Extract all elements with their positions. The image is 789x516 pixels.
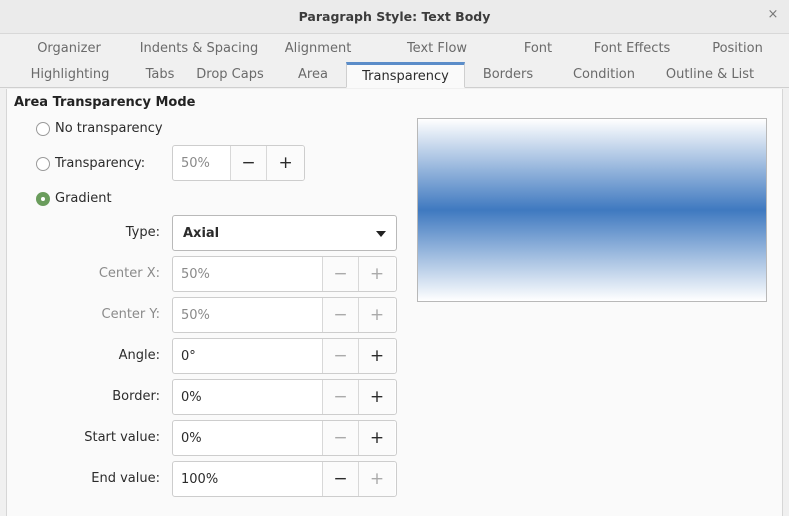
increment-button[interactable]: + bbox=[359, 462, 395, 496]
tab-row-2: Highlighting Tabs Drop Caps Area Transpa… bbox=[0, 62, 789, 88]
radio-label: Transparency: bbox=[55, 156, 146, 171]
window-title: Paragraph Style: Text Body bbox=[298, 9, 491, 24]
decrement-button[interactable]: − bbox=[323, 339, 359, 373]
decrement-button[interactable]: − bbox=[323, 421, 359, 455]
transparency-value[interactable]: 50% bbox=[173, 146, 231, 180]
tab-organizer[interactable]: Organizer bbox=[0, 35, 138, 61]
radio-gradient[interactable]: Gradient bbox=[36, 191, 112, 206]
decrement-button[interactable]: − bbox=[323, 380, 359, 414]
start-value-value[interactable]: 0% bbox=[173, 421, 323, 455]
tab-text-flow[interactable]: Text Flow bbox=[376, 35, 498, 61]
decrement-button[interactable]: − bbox=[323, 257, 359, 291]
increment-button[interactable]: + bbox=[359, 298, 395, 332]
decrement-button[interactable]: − bbox=[323, 298, 359, 332]
end-value-value[interactable]: 100% bbox=[173, 462, 323, 496]
center-y-spinner[interactable]: 50% − + bbox=[172, 297, 397, 333]
tab-font-effects[interactable]: Font Effects bbox=[578, 35, 686, 61]
center-y-value[interactable]: 50% bbox=[173, 298, 323, 332]
tab-highlighting[interactable]: Highlighting bbox=[0, 62, 140, 87]
angle-spinner[interactable]: 0° − + bbox=[172, 338, 397, 374]
center-x-label: Center X: bbox=[98, 266, 160, 281]
start-value-spinner[interactable]: 0% − + bbox=[172, 420, 397, 456]
angle-value[interactable]: 0° bbox=[173, 339, 323, 373]
decrement-button[interactable]: − bbox=[323, 462, 359, 496]
center-y-label: Center Y: bbox=[101, 307, 160, 322]
tab-drop-caps[interactable]: Drop Caps bbox=[180, 62, 280, 87]
radio-label: Gradient bbox=[55, 191, 112, 206]
type-value: Axial bbox=[183, 225, 220, 241]
end-value-label: End value: bbox=[91, 471, 160, 486]
increment-button[interactable]: + bbox=[359, 339, 395, 373]
increment-button[interactable]: + bbox=[267, 146, 304, 180]
increment-button[interactable]: + bbox=[359, 421, 395, 455]
close-icon[interactable]: × bbox=[765, 7, 781, 23]
tab-tabs[interactable]: Tabs bbox=[140, 62, 180, 87]
gradient-preview bbox=[417, 118, 767, 302]
transparency-spinner[interactable]: 50% − + bbox=[172, 145, 305, 181]
border-spinner[interactable]: 0% − + bbox=[172, 379, 397, 415]
border-value[interactable]: 0% bbox=[173, 380, 323, 414]
section-title: Area Transparency Mode bbox=[14, 95, 196, 110]
tab-position[interactable]: Position bbox=[686, 35, 789, 61]
start-value-label: Start value: bbox=[84, 430, 160, 445]
tab-area[interactable]: Area bbox=[280, 62, 346, 87]
center-x-value[interactable]: 50% bbox=[173, 257, 323, 291]
type-label: Type: bbox=[125, 225, 160, 240]
title-bar: Paragraph Style: Text Body × bbox=[0, 0, 789, 34]
radio-circle bbox=[36, 121, 50, 136]
radio-transparency[interactable]: Transparency: bbox=[36, 156, 145, 171]
radio-label: No transparency bbox=[55, 121, 163, 136]
type-dropdown[interactable]: Axial bbox=[172, 215, 397, 251]
radio-circle-selected bbox=[36, 191, 50, 206]
radio-circle bbox=[36, 156, 50, 171]
border-label: Border: bbox=[112, 389, 160, 404]
increment-button[interactable]: + bbox=[359, 380, 395, 414]
tab-borders[interactable]: Borders bbox=[465, 62, 551, 87]
end-value-spinner[interactable]: 100% − + bbox=[172, 461, 397, 497]
tab-indents-spacing[interactable]: Indents & Spacing bbox=[138, 35, 260, 61]
tab-font[interactable]: Font bbox=[498, 35, 578, 61]
center-x-spinner[interactable]: 50% − + bbox=[172, 256, 397, 292]
chevron-down-icon bbox=[376, 231, 386, 237]
tab-transparency[interactable]: Transparency bbox=[346, 62, 465, 88]
angle-label: Angle: bbox=[118, 348, 160, 363]
decrement-button[interactable]: − bbox=[230, 146, 268, 180]
increment-button[interactable]: + bbox=[359, 257, 395, 291]
tab-alignment[interactable]: Alignment bbox=[260, 35, 376, 61]
tab-outline-list[interactable]: Outline & List bbox=[657, 62, 763, 87]
tab-row-1: Organizer Indents & Spacing Alignment Te… bbox=[0, 35, 789, 61]
radio-no-transparency[interactable]: No transparency bbox=[36, 121, 163, 136]
tab-condition[interactable]: Condition bbox=[551, 62, 657, 87]
